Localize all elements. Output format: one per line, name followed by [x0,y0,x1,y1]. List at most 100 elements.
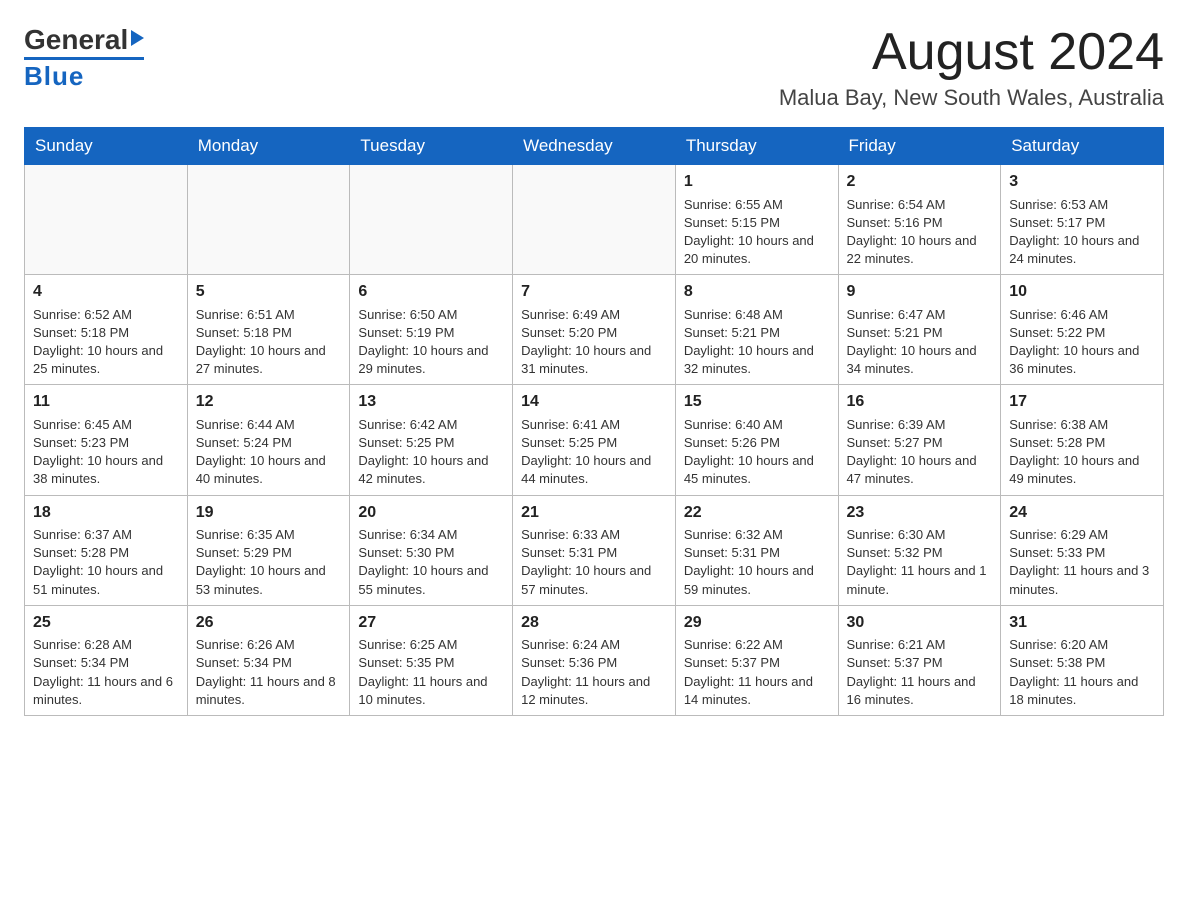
calendar-cell: 22 Sunrise: 6:32 AM Sunset: 5:31 PM Dayli… [675,495,838,605]
day-number: 9 [847,281,993,303]
calendar-cell [513,165,676,275]
day-info: Sunrise: 6:40 AM Sunset: 5:26 PM Dayligh… [684,417,814,487]
day-info: Sunrise: 6:39 AM Sunset: 5:27 PM Dayligh… [847,417,977,487]
day-info: Sunrise: 6:28 AM Sunset: 5:34 PM Dayligh… [33,637,173,707]
calendar-cell: 29 Sunrise: 6:22 AM Sunset: 5:37 PM Dayli… [675,605,838,715]
calendar-cell: 5 Sunrise: 6:51 AM Sunset: 5:18 PM Daylig… [187,275,350,385]
calendar-cell [187,165,350,275]
calendar-cell: 13 Sunrise: 6:42 AM Sunset: 5:25 PM Dayli… [350,385,513,495]
day-info: Sunrise: 6:30 AM Sunset: 5:32 PM Dayligh… [847,527,987,597]
calendar-week-row: 4 Sunrise: 6:52 AM Sunset: 5:18 PM Daylig… [25,275,1164,385]
calendar-week-row: 25 Sunrise: 6:28 AM Sunset: 5:34 PM Dayli… [25,605,1164,715]
calendar-week-row: 11 Sunrise: 6:45 AM Sunset: 5:23 PM Dayli… [25,385,1164,495]
day-info: Sunrise: 6:50 AM Sunset: 5:19 PM Dayligh… [358,307,488,377]
day-info: Sunrise: 6:20 AM Sunset: 5:38 PM Dayligh… [1009,637,1138,707]
day-info: Sunrise: 6:53 AM Sunset: 5:17 PM Dayligh… [1009,197,1139,267]
location-subtitle: Malua Bay, New South Wales, Australia [779,85,1164,111]
day-info: Sunrise: 6:45 AM Sunset: 5:23 PM Dayligh… [33,417,163,487]
day-number: 6 [358,281,504,303]
calendar-cell: 21 Sunrise: 6:33 AM Sunset: 5:31 PM Dayli… [513,495,676,605]
calendar-cell: 8 Sunrise: 6:48 AM Sunset: 5:21 PM Daylig… [675,275,838,385]
calendar-header-thursday: Thursday [675,128,838,165]
day-number: 21 [521,502,667,524]
calendar-header-row: SundayMondayTuesdayWednesdayThursdayFrid… [25,128,1164,165]
logo-arrow-icon [131,30,144,46]
day-info: Sunrise: 6:33 AM Sunset: 5:31 PM Dayligh… [521,527,651,597]
calendar-cell: 16 Sunrise: 6:39 AM Sunset: 5:27 PM Dayli… [838,385,1001,495]
calendar-cell [350,165,513,275]
logo-blue: Blue [24,61,84,92]
day-info: Sunrise: 6:46 AM Sunset: 5:22 PM Dayligh… [1009,307,1139,377]
calendar-cell: 12 Sunrise: 6:44 AM Sunset: 5:24 PM Dayli… [187,385,350,495]
day-info: Sunrise: 6:41 AM Sunset: 5:25 PM Dayligh… [521,417,651,487]
calendar-cell: 18 Sunrise: 6:37 AM Sunset: 5:28 PM Dayli… [25,495,188,605]
calendar-cell: 31Sunrise: 6:20 AM Sunset: 5:38 PM Dayli… [1001,605,1164,715]
calendar-cell: 20 Sunrise: 6:34 AM Sunset: 5:30 PM Dayli… [350,495,513,605]
title-section: August 2024 Malua Bay, New South Wales, … [779,24,1164,111]
day-info: Sunrise: 6:52 AM Sunset: 5:18 PM Dayligh… [33,307,163,377]
day-info: Sunrise: 6:48 AM Sunset: 5:21 PM Dayligh… [684,307,814,377]
calendar-header-sunday: Sunday [25,128,188,165]
calendar-cell: 19 Sunrise: 6:35 AM Sunset: 5:29 PM Dayli… [187,495,350,605]
day-number: 4 [33,281,179,303]
day-info: Sunrise: 6:47 AM Sunset: 5:21 PM Dayligh… [847,307,977,377]
calendar-week-row: 18 Sunrise: 6:37 AM Sunset: 5:28 PM Dayli… [25,495,1164,605]
calendar-cell: 7 Sunrise: 6:49 AM Sunset: 5:20 PM Daylig… [513,275,676,385]
day-number: 25 [33,612,179,634]
day-number: 12 [196,391,342,413]
calendar-week-row: 1 Sunrise: 6:55 AM Sunset: 5:15 PM Daylig… [25,165,1164,275]
day-number: 8 [684,281,830,303]
day-number: 29 [684,612,830,634]
day-number: 11 [33,391,179,413]
day-number: 19 [196,502,342,524]
calendar-cell: 28Sunrise: 6:24 AM Sunset: 5:36 PM Dayli… [513,605,676,715]
calendar-header-friday: Friday [838,128,1001,165]
page-header: General Blue August 2024 Malua Bay, New … [24,24,1164,111]
logo-general: General [24,24,128,56]
day-number: 16 [847,391,993,413]
day-number: 5 [196,281,342,303]
day-info: Sunrise: 6:35 AM Sunset: 5:29 PM Dayligh… [196,527,326,597]
day-info: Sunrise: 6:55 AM Sunset: 5:15 PM Dayligh… [684,197,814,267]
day-info: Sunrise: 6:54 AM Sunset: 5:16 PM Dayligh… [847,197,977,267]
calendar-cell: 25 Sunrise: 6:28 AM Sunset: 5:34 PM Dayli… [25,605,188,715]
day-info: Sunrise: 6:42 AM Sunset: 5:25 PM Dayligh… [358,417,488,487]
calendar-cell: 15 Sunrise: 6:40 AM Sunset: 5:26 PM Dayli… [675,385,838,495]
day-number: 22 [684,502,830,524]
day-info: Sunrise: 6:51 AM Sunset: 5:18 PM Dayligh… [196,307,326,377]
day-info: Sunrise: 6:29 AM Sunset: 5:33 PM Dayligh… [1009,527,1149,597]
day-number: 18 [33,502,179,524]
calendar-cell: 3 Sunrise: 6:53 AM Sunset: 5:17 PM Daylig… [1001,165,1164,275]
day-number: 27 [358,612,504,634]
day-info: Sunrise: 6:21 AM Sunset: 5:37 PM Dayligh… [847,637,976,707]
day-info: Sunrise: 6:34 AM Sunset: 5:30 PM Dayligh… [358,527,488,597]
calendar-cell: 23Sunrise: 6:30 AM Sunset: 5:32 PM Dayli… [838,495,1001,605]
calendar-header-monday: Monday [187,128,350,165]
calendar-cell: 11 Sunrise: 6:45 AM Sunset: 5:23 PM Dayli… [25,385,188,495]
day-number: 10 [1009,281,1155,303]
day-number: 14 [521,391,667,413]
day-info: Sunrise: 6:37 AM Sunset: 5:28 PM Dayligh… [33,527,163,597]
day-info: Sunrise: 6:22 AM Sunset: 5:37 PM Dayligh… [684,637,813,707]
day-number: 1 [684,171,830,193]
day-number: 13 [358,391,504,413]
day-info: Sunrise: 6:49 AM Sunset: 5:20 PM Dayligh… [521,307,651,377]
day-number: 15 [684,391,830,413]
day-number: 3 [1009,171,1155,193]
day-number: 26 [196,612,342,634]
day-info: Sunrise: 6:32 AM Sunset: 5:31 PM Dayligh… [684,527,814,597]
day-number: 20 [358,502,504,524]
day-number: 30 [847,612,993,634]
calendar-cell: 27Sunrise: 6:25 AM Sunset: 5:35 PM Dayli… [350,605,513,715]
calendar-cell: 10 Sunrise: 6:46 AM Sunset: 5:22 PM Dayli… [1001,275,1164,385]
day-info: Sunrise: 6:44 AM Sunset: 5:24 PM Dayligh… [196,417,326,487]
calendar-header-tuesday: Tuesday [350,128,513,165]
day-number: 24 [1009,502,1155,524]
calendar-cell: 2Sunrise: 6:54 AM Sunset: 5:16 PM Daylig… [838,165,1001,275]
calendar-table: SundayMondayTuesdayWednesdayThursdayFrid… [24,127,1164,716]
day-number: 28 [521,612,667,634]
logo: General Blue [24,24,144,92]
calendar-cell: 6 Sunrise: 6:50 AM Sunset: 5:19 PM Daylig… [350,275,513,385]
day-number: 7 [521,281,667,303]
calendar-cell: 24 Sunrise: 6:29 AM Sunset: 5:33 PM Dayli… [1001,495,1164,605]
